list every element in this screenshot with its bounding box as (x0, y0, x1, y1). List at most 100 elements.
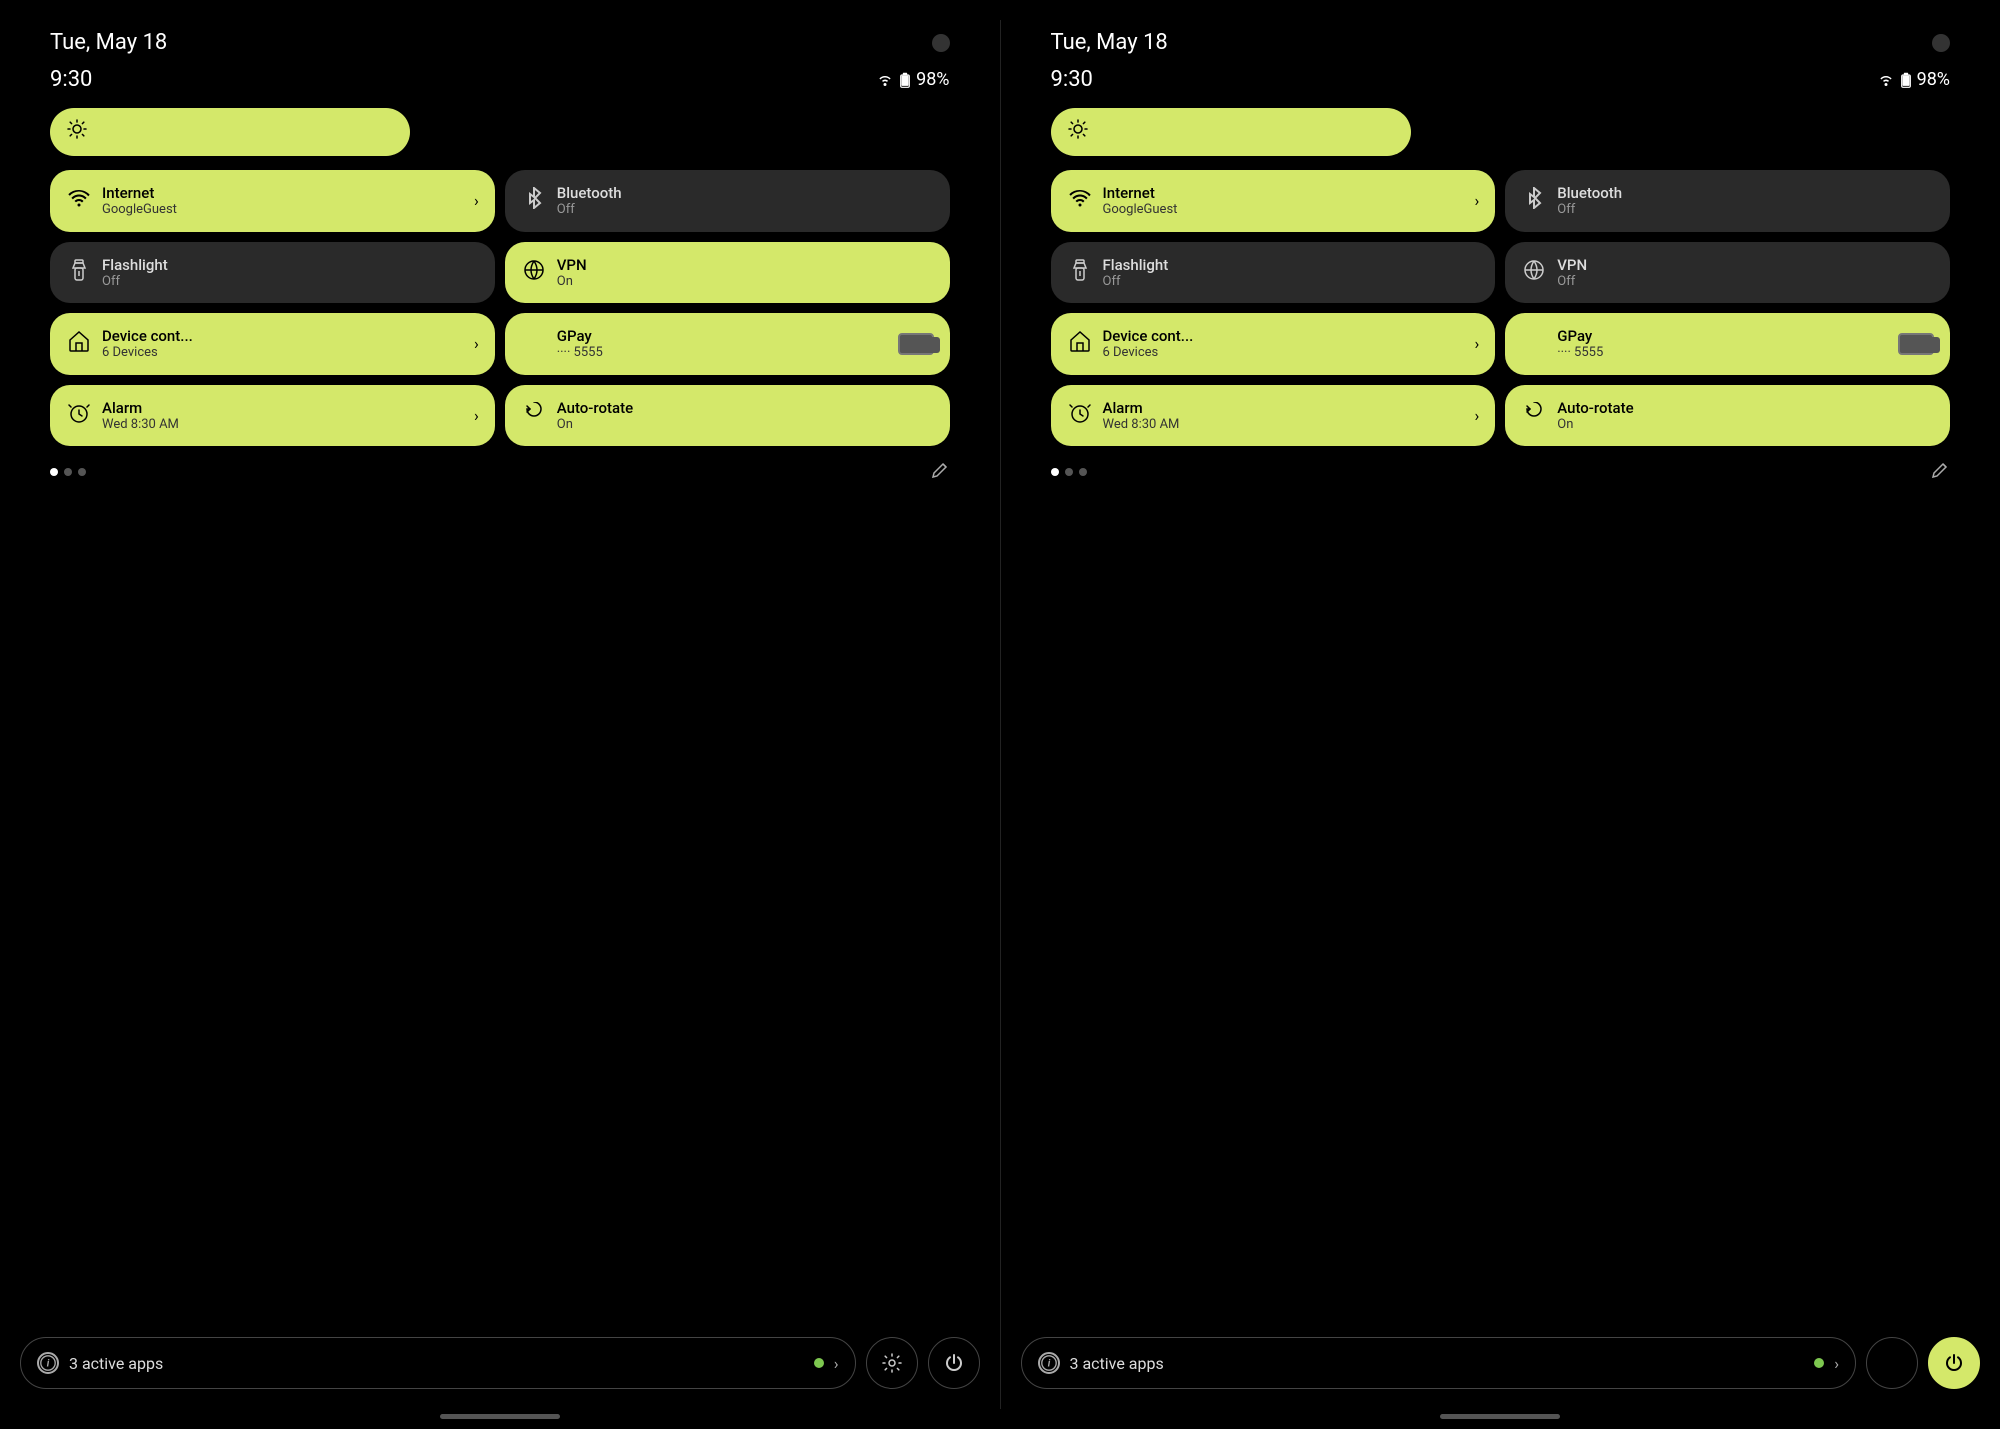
rotate-icon-0 (521, 402, 547, 429)
gpay-icon-1 (1521, 330, 1547, 357)
status-date-0: Tue, May 18 (50, 30, 167, 55)
brightness-line-0[interactable] (430, 130, 950, 134)
gpay-card-1 (1898, 333, 1934, 355)
vpn-icon-1 (1521, 259, 1547, 286)
tile-subtitle-device-control-1: 6 Devices (1103, 345, 1465, 361)
tile-subtitle-bluetooth-0: Off (557, 202, 934, 218)
brightness-track-0[interactable] (50, 108, 410, 156)
tile-title-flashlight-0: Flashlight (102, 256, 479, 274)
battery-icon-1 (1899, 72, 1913, 88)
phone-screen-1: Tue, May 18 9:30 98% (1001, 0, 2000, 1429)
camera-dot-1 (1932, 34, 1950, 52)
tile-vpn-0[interactable]: VPN On (505, 242, 950, 304)
tile-internet-1[interactable]: Internet GoogleGuest › (1051, 170, 1496, 232)
brightness-line-1[interactable] (1431, 130, 1951, 134)
tile-bluetooth-0[interactable]: Bluetooth Off (505, 170, 950, 232)
tile-chevron-alarm-0: › (474, 406, 479, 425)
brightness-track-1[interactable] (1051, 108, 1411, 156)
tile-title-vpn-0: VPN (557, 256, 934, 274)
tile-auto-rotate-0[interactable]: Auto-rotate On (505, 385, 950, 447)
tile-subtitle-auto-rotate-1: On (1557, 417, 1934, 433)
tile-title-alarm-0: Alarm (102, 399, 464, 417)
brightness-row-1[interactable] (1051, 108, 1951, 156)
power-button-0[interactable] (928, 1337, 980, 1389)
settings-button-0[interactable] (866, 1337, 918, 1389)
tile-subtitle-flashlight-1: Off (1103, 274, 1480, 290)
tile-subtitle-flashlight-0: Off (102, 274, 479, 290)
svg-text:i: i (47, 1359, 50, 1370)
dots-container-1 (1051, 468, 1087, 476)
tile-device-control-0[interactable]: Device cont... 6 Devices › (50, 313, 495, 375)
flashlight-icon-0 (66, 259, 92, 286)
alarm-icon-0 (66, 402, 92, 429)
active-apps-pill-1[interactable]: i 3 active apps › (1021, 1337, 1857, 1389)
tiles-grid-0: Internet GoogleGuest › Bluetooth Off Fla… (50, 170, 950, 446)
tile-flashlight-0[interactable]: Flashlight Off (50, 242, 495, 304)
alarm-icon-1 (1067, 402, 1093, 429)
battery-icon-0 (898, 72, 912, 88)
tile-subtitle-auto-rotate-0: On (557, 417, 934, 433)
tile-subtitle-alarm-1: Wed 8:30 AM (1103, 417, 1465, 433)
status-time-1: 9:30 (1051, 67, 1093, 92)
status-bar-0: Tue, May 18 (30, 20, 970, 55)
tile-bluetooth-1[interactable]: Bluetooth Off (1505, 170, 1950, 232)
status-time-0: 9:30 (50, 67, 92, 92)
settings-button-1[interactable] (1866, 1337, 1918, 1389)
tile-auto-rotate-1[interactable]: Auto-rotate On (1505, 385, 1950, 447)
tile-text-internet-0: Internet GoogleGuest (102, 184, 464, 218)
tile-title-internet-0: Internet (102, 184, 464, 202)
edit-icon-0[interactable] (930, 460, 950, 484)
home-indicator-1 (1440, 1414, 1560, 1419)
sun-icon (66, 118, 88, 140)
home-indicator-0 (440, 1414, 560, 1419)
tile-subtitle-internet-0: GoogleGuest (102, 202, 464, 218)
tile-device-control-1[interactable]: Device cont... 6 Devices › (1051, 313, 1496, 375)
tile-title-auto-rotate-0: Auto-rotate (557, 399, 934, 417)
tile-alarm-1[interactable]: Alarm Wed 8:30 AM › (1051, 385, 1496, 447)
status-icons-0: 98% (876, 69, 949, 90)
tile-text-bluetooth-1: Bluetooth Off (1557, 184, 1934, 218)
tile-chevron-device-control-0: › (474, 334, 479, 353)
tile-text-bluetooth-0: Bluetooth Off (557, 184, 934, 218)
tile-gpay-1[interactable]: GPay ···· 5555 (1505, 313, 1950, 375)
tile-gpay-0[interactable]: GPay ···· 5555 (505, 313, 950, 375)
bottom-bar-1: i 3 active apps › (1021, 1337, 1981, 1389)
rotate-icon-1 (1521, 402, 1547, 429)
tile-flashlight-1[interactable]: Flashlight Off (1051, 242, 1496, 304)
info-icon-1: i (1038, 1352, 1060, 1374)
brightness-row-0[interactable] (50, 108, 950, 156)
tile-title-internet-1: Internet (1103, 184, 1465, 202)
tile-chevron-device-control-1: › (1474, 334, 1479, 353)
edit-icon-1[interactable] (1930, 460, 1950, 484)
tile-title-device-control-0: Device cont... (102, 327, 464, 345)
tile-vpn-1[interactable]: VPN Off (1505, 242, 1950, 304)
status-bar-1: Tue, May 18 (1031, 20, 1971, 55)
tile-text-auto-rotate-1: Auto-rotate On (1557, 399, 1934, 433)
power-button-1[interactable] (1928, 1337, 1980, 1389)
tile-title-auto-rotate-1: Auto-rotate (1557, 399, 1934, 417)
tile-internet-0[interactable]: Internet GoogleGuest › (50, 170, 495, 232)
tile-chevron-internet-1: › (1474, 191, 1479, 210)
tile-subtitle-gpay-1: ···· 5555 (1557, 345, 1888, 361)
tile-text-device-control-0: Device cont... 6 Devices (102, 327, 464, 361)
gpay-icon-0 (521, 330, 547, 357)
tile-subtitle-gpay-0: ···· 5555 (557, 345, 888, 361)
active-dot-0 (814, 1358, 824, 1368)
tile-text-flashlight-1: Flashlight Off (1103, 256, 1480, 290)
apps-chevron-0: › (834, 1354, 839, 1373)
tile-chevron-internet-0: › (474, 191, 479, 210)
apps-chevron-1: › (1834, 1354, 1839, 1373)
tile-chevron-alarm-1: › (1474, 406, 1479, 425)
dot-0-0 (50, 468, 58, 476)
phone-screen-0: Tue, May 18 9:30 98% (0, 0, 1000, 1429)
active-apps-pill-0[interactable]: i 3 active apps › (20, 1337, 856, 1389)
tile-alarm-0[interactable]: Alarm Wed 8:30 AM › (50, 385, 495, 447)
status-icons-1: 98% (1877, 69, 1950, 90)
tile-subtitle-vpn-0: On (557, 274, 934, 290)
tile-text-internet-1: Internet GoogleGuest (1103, 184, 1465, 218)
gpay-card-0 (898, 333, 934, 355)
status-date-1: Tue, May 18 (1051, 30, 1168, 55)
status-time-row-1: 9:30 98% (1031, 63, 1971, 108)
tile-text-gpay-0: GPay ···· 5555 (557, 327, 888, 361)
svg-text:i: i (1047, 1359, 1050, 1370)
